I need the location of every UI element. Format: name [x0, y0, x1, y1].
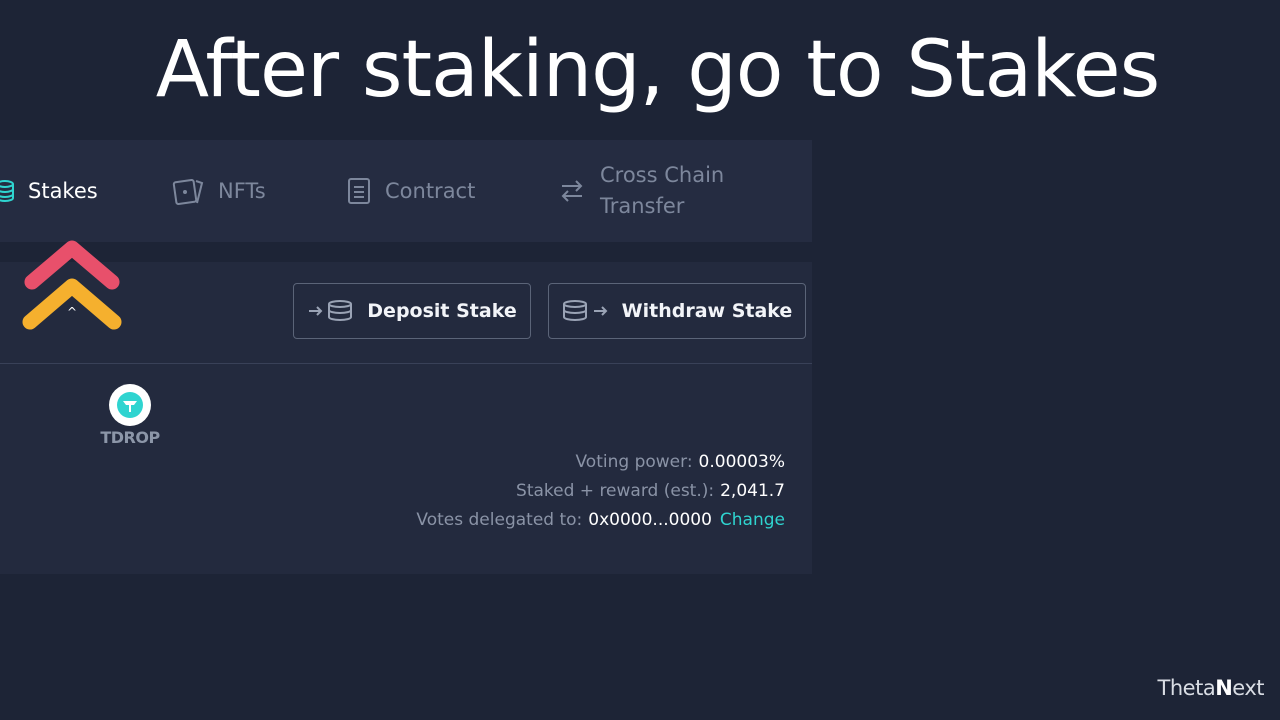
withdraw-icon	[562, 299, 610, 323]
voting-power-value: 0.00003%	[698, 452, 785, 472]
votes-delegated-value: 0x0000...0000	[588, 510, 712, 530]
coins-icon	[0, 179, 14, 203]
tab-contract[interactable]: Contract	[347, 140, 475, 242]
tab-bar: Stakes NFTs Contract Cross Chain Transfe…	[0, 140, 812, 242]
token-name: TDROP	[100, 428, 160, 447]
tab-nfts[interactable]: NFTs	[172, 140, 266, 242]
deposit-icon	[307, 299, 355, 323]
votes-delegated-label: Votes delegated to:	[416, 510, 583, 530]
content-divider	[0, 363, 812, 364]
double-chevron-up-icon: ^	[18, 236, 128, 344]
cards-icon	[172, 177, 204, 205]
brand-prefix: Theta	[1157, 676, 1216, 700]
tab-contract-label: Contract	[385, 179, 476, 203]
deposit-stake-button[interactable]: Deposit Stake	[293, 283, 531, 339]
wallet-panel: Stakes NFTs Contract Cross Chain Transfe…	[0, 140, 812, 574]
svg-text:^: ^	[67, 305, 77, 319]
withdraw-stake-label: Withdraw Stake	[621, 300, 793, 322]
tab-stakes[interactable]: Stakes	[0, 140, 98, 242]
change-delegation-link[interactable]: Change	[720, 510, 785, 530]
document-icon	[347, 177, 371, 205]
tab-cross-chain-label: Cross Chain Transfer	[600, 160, 724, 222]
staked-reward-value: 2,041.7	[720, 481, 785, 501]
deposit-stake-label: Deposit Stake	[367, 300, 517, 322]
voting-power-label: Voting power:	[575, 452, 693, 472]
voting-power-row: Voting power: 0.00003%	[416, 448, 786, 477]
brand-suffix: ext	[1232, 676, 1264, 700]
tab-cross-chain-line2: Transfer	[600, 194, 685, 218]
withdraw-stake-button[interactable]: Withdraw Stake	[548, 283, 806, 339]
tab-cross-chain-transfer[interactable]: Cross Chain Transfer	[558, 140, 724, 242]
votes-delegated-row: Votes delegated to: 0x0000...0000 Change	[416, 506, 785, 535]
swap-arrows-icon	[558, 177, 586, 205]
stake-info: Voting power: 0.00003% Staked + reward (e…	[416, 448, 785, 535]
tab-cross-chain-line1: Cross Chain	[600, 163, 725, 187]
brand-watermark: ThetaNext	[1157, 676, 1265, 700]
headline-title: After staking, go to Stakes	[155, 25, 1161, 115]
brand-bold: N	[1215, 676, 1233, 700]
token-badge: TDROP	[100, 384, 160, 447]
tdrop-logo-icon	[109, 384, 151, 426]
staked-reward-label: Staked + reward (est.):	[516, 481, 715, 501]
staked-reward-row: Staked + reward (est.): 2,041.7	[416, 477, 785, 506]
tab-stakes-label: Stakes	[28, 179, 98, 203]
tab-nfts-label: NFTs	[218, 179, 266, 203]
